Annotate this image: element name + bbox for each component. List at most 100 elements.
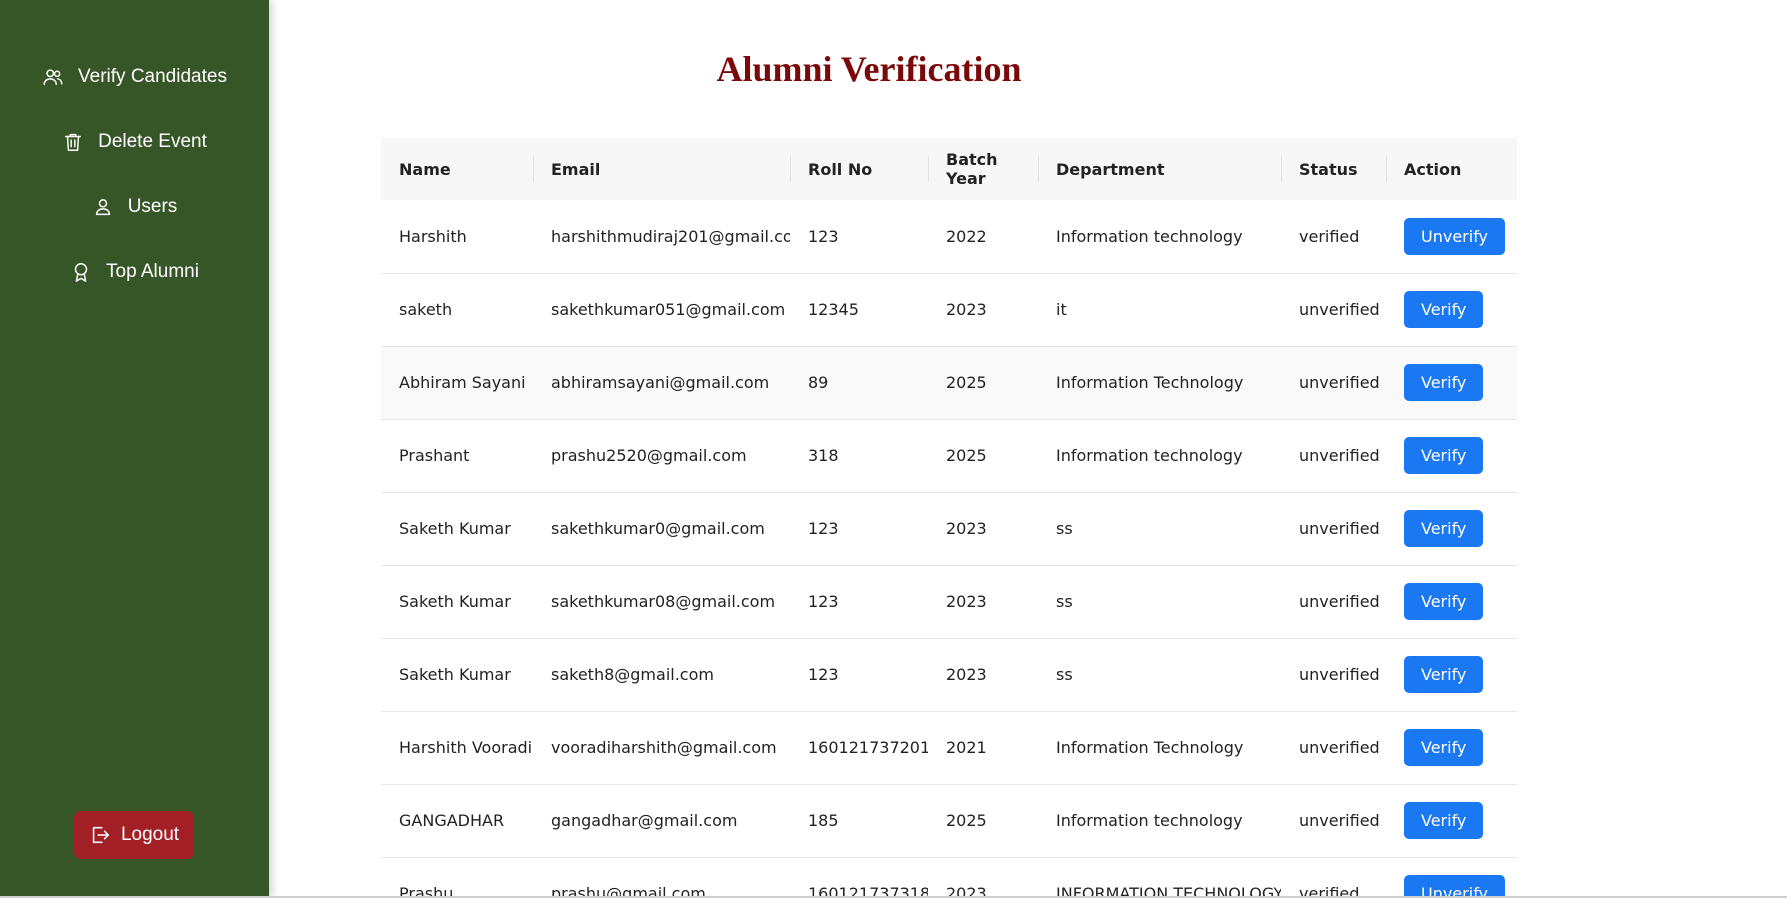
cell-name: Abhiram Sayani bbox=[399, 373, 526, 392]
cell-roll-no: 160121737318 bbox=[808, 884, 928, 898]
verify-button[interactable]: Verify bbox=[1404, 364, 1484, 401]
cell-department: ss bbox=[1056, 519, 1073, 538]
cell-department: INFORMATION TECHNOLOGY bbox=[1056, 884, 1281, 898]
cell-email: prashu@gmail.com bbox=[551, 884, 706, 898]
logout-label: Logout bbox=[120, 824, 180, 845]
cell-batch-year: 2023 bbox=[946, 665, 987, 684]
table-row: saketh sakethkumar051@gmail.com 12345 20… bbox=[381, 273, 1517, 346]
cell-email: harshithmudiraj201@gmail.com bbox=[551, 226, 790, 246]
table-header-row: Name Email Roll No Batch Year Department… bbox=[381, 138, 1517, 200]
cell-batch-year: 2025 bbox=[946, 811, 987, 830]
cell-status: verified bbox=[1299, 884, 1360, 898]
sidebar-item-users[interactable]: Users bbox=[0, 187, 269, 227]
cell-department: Information technology bbox=[1056, 811, 1243, 830]
cell-roll-no: 123 bbox=[808, 592, 839, 611]
cell-batch-year: 2025 bbox=[946, 373, 987, 392]
cell-batch-year: 2025 bbox=[946, 446, 987, 465]
cell-status: unverified bbox=[1299, 811, 1380, 830]
cell-roll-no: 160121737201 bbox=[808, 738, 928, 757]
cell-department: Information Technology bbox=[1056, 373, 1244, 392]
cell-name: Saketh Kumar bbox=[399, 519, 511, 538]
cell-status: unverified bbox=[1299, 373, 1380, 392]
cell-action: Unverify bbox=[1386, 200, 1517, 273]
table-row: Prashant prashu2520@gmail.com 318 2025 I… bbox=[381, 419, 1517, 492]
unverify-button[interactable]: Unverify bbox=[1404, 875, 1506, 898]
cell-name: saketh bbox=[399, 300, 453, 319]
sidebar-item-delete-event[interactable]: Delete Event bbox=[0, 122, 269, 162]
cell-roll-no: 123 bbox=[808, 665, 839, 684]
table-body: Harshith harshithmudiraj201@gmail.com 12… bbox=[381, 200, 1517, 898]
cell-status: unverified bbox=[1299, 665, 1380, 684]
cell-action: Unverify bbox=[1386, 857, 1517, 898]
column-header-batch-year[interactable]: Batch Year bbox=[928, 138, 1038, 200]
verify-button[interactable]: Verify bbox=[1404, 291, 1484, 328]
cell-department: Information technology bbox=[1056, 446, 1243, 465]
cell-batch-year: 2023 bbox=[946, 884, 987, 898]
cell-status: unverified bbox=[1299, 592, 1380, 611]
cell-roll-no: 318 bbox=[808, 446, 839, 465]
table-row: Harshith Vooradi vooradiharshith@gmail.c… bbox=[381, 711, 1517, 784]
cell-action: Verify bbox=[1386, 346, 1517, 419]
verify-button[interactable]: Verify bbox=[1404, 583, 1484, 620]
cell-action: Verify bbox=[1386, 419, 1517, 492]
column-header-action: Action bbox=[1386, 138, 1517, 200]
column-header-roll-no[interactable]: Roll No bbox=[790, 138, 928, 200]
logout-icon bbox=[89, 824, 111, 846]
verify-button[interactable]: Verify bbox=[1404, 802, 1484, 839]
cell-email: saketh8@gmail.com bbox=[551, 665, 714, 684]
verify-button[interactable]: Verify bbox=[1404, 656, 1484, 693]
cell-action: Verify bbox=[1386, 273, 1517, 346]
cell-email: vooradiharshith@gmail.com bbox=[551, 738, 777, 757]
cell-action: Verify bbox=[1386, 565, 1517, 638]
verify-button[interactable]: Verify bbox=[1404, 437, 1484, 474]
cell-roll-no: 12345 bbox=[808, 300, 859, 319]
cell-roll-no: 89 bbox=[808, 373, 829, 392]
cell-department: it bbox=[1056, 300, 1067, 319]
award-icon bbox=[70, 261, 92, 283]
cell-batch-year: 2021 bbox=[946, 738, 987, 757]
cell-action: Verify bbox=[1386, 638, 1517, 711]
alumni-table-container: Name Email Roll No Batch Year Department… bbox=[381, 138, 1517, 898]
sidebar-item-label: Top Alumni bbox=[106, 261, 199, 282]
cell-status: unverified bbox=[1299, 446, 1380, 465]
cell-batch-year: 2022 bbox=[946, 226, 987, 246]
table-row: Harshith harshithmudiraj201@gmail.com 12… bbox=[381, 200, 1517, 273]
verify-button[interactable]: Verify bbox=[1404, 510, 1484, 547]
cell-name: Harshith bbox=[399, 226, 467, 246]
cell-status: unverified bbox=[1299, 300, 1380, 319]
user-icon bbox=[92, 196, 114, 218]
cell-action: Verify bbox=[1386, 711, 1517, 784]
column-header-status[interactable]: Status bbox=[1281, 138, 1386, 200]
cell-email: prashu2520@gmail.com bbox=[551, 446, 747, 465]
cell-batch-year: 2023 bbox=[946, 300, 987, 319]
cell-roll-no: 123 bbox=[808, 519, 839, 538]
column-header-department[interactable]: Department bbox=[1038, 138, 1281, 200]
cell-email: sakethkumar051@gmail.com bbox=[551, 300, 786, 319]
cell-name: GANGADHAR bbox=[399, 811, 505, 830]
sidebar-item-verify-candidates[interactable]: Verify Candidates bbox=[0, 57, 269, 97]
table-row: Abhiram Sayani abhiramsayani@gmail.com 8… bbox=[381, 346, 1517, 419]
cell-department: ss bbox=[1056, 665, 1073, 684]
cell-status: unverified bbox=[1299, 519, 1380, 538]
verify-button[interactable]: Verify bbox=[1404, 729, 1484, 766]
cell-email: gangadhar@gmail.com bbox=[551, 811, 738, 830]
cell-batch-year: 2023 bbox=[946, 519, 987, 538]
cell-department: Information technology bbox=[1056, 226, 1243, 246]
cell-status: unverified bbox=[1299, 738, 1380, 757]
cell-name: Prashu bbox=[399, 884, 454, 898]
logout-button[interactable]: Logout bbox=[74, 811, 194, 859]
sidebar-item-label: Verify Candidates bbox=[78, 66, 227, 87]
table-row: Saketh Kumar sakethkumar0@gmail.com 123 … bbox=[381, 492, 1517, 565]
table-row: Saketh Kumar saketh8@gmail.com 123 2023 … bbox=[381, 638, 1517, 711]
sidebar-item-top-alumni[interactable]: Top Alumni bbox=[0, 252, 269, 292]
cell-status: verified bbox=[1299, 226, 1360, 246]
cell-name: Prashant bbox=[399, 446, 470, 465]
column-header-name[interactable]: Name bbox=[381, 138, 533, 200]
table-row: Saketh Kumar sakethkumar08@gmail.com 123… bbox=[381, 565, 1517, 638]
column-header-email[interactable]: Email bbox=[533, 138, 790, 200]
sidebar-item-label: Delete Event bbox=[98, 131, 207, 152]
cell-department: ss bbox=[1056, 592, 1073, 611]
cell-email: sakethkumar08@gmail.com bbox=[551, 592, 776, 611]
unverify-button[interactable]: Unverify bbox=[1404, 217, 1506, 255]
trash-icon bbox=[62, 131, 84, 153]
